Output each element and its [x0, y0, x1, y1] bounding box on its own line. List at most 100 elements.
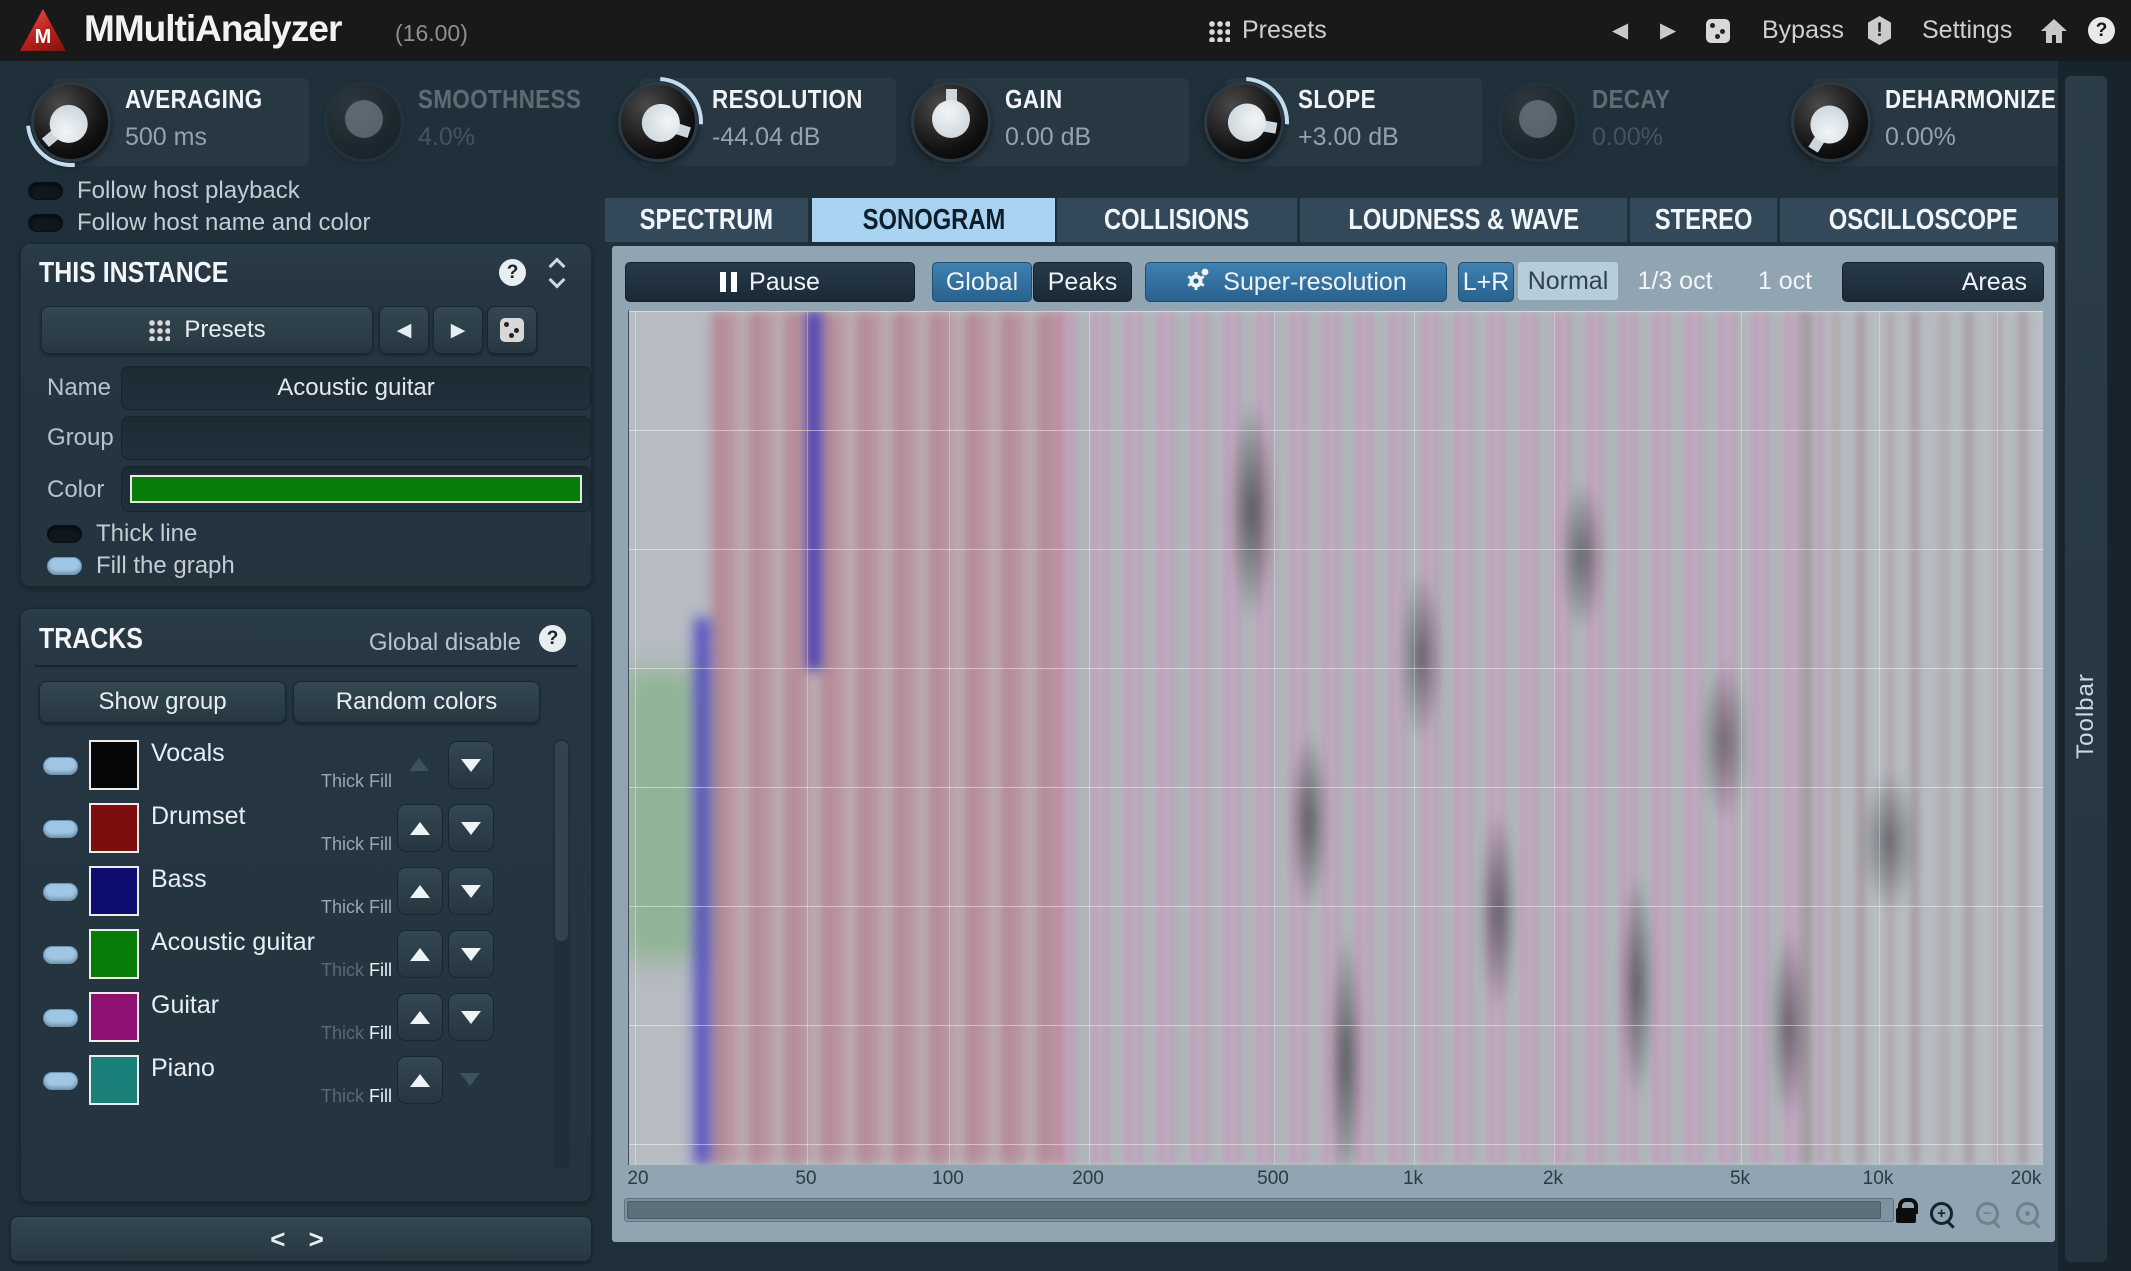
- tab-stereo[interactable]: STEREO: [1630, 198, 1777, 242]
- random-colors-button[interactable]: Random colors: [293, 681, 540, 723]
- track-enable-toggle[interactable]: [43, 1009, 78, 1027]
- tab-oscilloscope[interactable]: OSCILLOSCOPE: [1780, 198, 2067, 242]
- track-color-swatch[interactable]: [89, 1055, 139, 1105]
- previous-preset-button[interactable]: ◀: [1612, 0, 1628, 61]
- peaks-button[interactable]: Peaks: [1033, 262, 1132, 302]
- knob-value: 500 ms: [125, 123, 285, 152]
- thick-option[interactable]: Thick: [321, 1086, 364, 1107]
- show-group-button[interactable]: Show group: [39, 681, 286, 723]
- lock-zoom-icon[interactable]: [1896, 1208, 1916, 1223]
- deharmonize-knob[interactable]: [1791, 82, 1871, 162]
- move-up-button[interactable]: [397, 930, 443, 978]
- move-down-button[interactable]: [448, 867, 494, 915]
- instance-prev-preset-button[interactable]: ◀: [379, 306, 429, 354]
- fill-option[interactable]: Fill: [369, 1086, 392, 1107]
- gain-knob[interactable]: [911, 82, 991, 162]
- frequency-scrollbar[interactable]: [624, 1198, 1894, 1222]
- help-button[interactable]: ?: [2088, 0, 2115, 61]
- decay-knob[interactable]: [1498, 82, 1578, 162]
- instance-presets-button[interactable]: Presets: [41, 306, 373, 354]
- toolbar-side-tab[interactable]: Toolbar: [2064, 75, 2108, 1263]
- super-resolution-button[interactable]: Super-resolution: [1145, 262, 1447, 302]
- track-color-swatch[interactable]: [89, 866, 139, 916]
- lr-channels-button[interactable]: L+R: [1458, 262, 1514, 302]
- global-presets-button[interactable]: Presets: [1208, 0, 1327, 61]
- move-up-button[interactable]: [397, 867, 443, 915]
- tab-collisions[interactable]: COLLISIONS: [1057, 198, 1297, 242]
- tracks-scrollbar[interactable]: [553, 739, 570, 1169]
- settings-button[interactable]: Settings: [1922, 0, 2012, 61]
- group-field[interactable]: [121, 416, 591, 460]
- fill-option[interactable]: Fill: [369, 960, 392, 981]
- fill-graph-toggle[interactable]: [47, 557, 82, 575]
- track-color-swatch[interactable]: [89, 992, 139, 1042]
- global-button[interactable]: Global: [932, 262, 1032, 302]
- move-down-button[interactable]: [448, 804, 494, 852]
- tab-spectrum[interactable]: SPECTRUM: [605, 198, 808, 242]
- fill-option[interactable]: Fill: [369, 771, 392, 792]
- move-up-button[interactable]: [397, 993, 443, 1041]
- track-enable-toggle[interactable]: [43, 820, 78, 838]
- fill-option[interactable]: Fill: [369, 897, 392, 918]
- tracks-scrollbar-thumb[interactable]: [555, 741, 568, 941]
- color-field[interactable]: [121, 466, 591, 512]
- areas-button[interactable]: Areas: [1842, 262, 2044, 302]
- frequency-scrollbar-thumb[interactable]: [627, 1201, 1881, 1219]
- fill-option[interactable]: Fill: [369, 1023, 392, 1044]
- name-field[interactable]: Acoustic guitar: [121, 366, 591, 410]
- averaging-knob[interactable]: [31, 82, 111, 162]
- tab-sonogram[interactable]: SONOGRAM: [812, 198, 1055, 242]
- move-down-button[interactable]: [448, 993, 494, 1041]
- knob-label: DECAY: [1592, 84, 1670, 115]
- track-color-swatch[interactable]: [89, 929, 139, 979]
- move-down-button[interactable]: [448, 930, 494, 978]
- thick-line-toggle[interactable]: [47, 525, 82, 543]
- pause-button[interactable]: Pause: [625, 262, 915, 302]
- thick-option[interactable]: Thick: [321, 1023, 364, 1044]
- home-button[interactable]: [2040, 0, 2068, 61]
- fill-option[interactable]: Fill: [369, 834, 392, 855]
- thick-option[interactable]: Thick: [321, 834, 364, 855]
- scale-mode-normal[interactable]: Normal: [1518, 262, 1618, 300]
- move-up-button[interactable]: [397, 1056, 443, 1104]
- next-preset-button[interactable]: ▶: [1660, 0, 1676, 61]
- instance-help-button[interactable]: ?: [499, 259, 526, 286]
- collapse-sidebar-button[interactable]: < >: [10, 1216, 592, 1262]
- random-preset-button[interactable]: [1706, 0, 1730, 61]
- track-enable-toggle[interactable]: [43, 757, 78, 775]
- track-enable-toggle[interactable]: [43, 946, 78, 964]
- thick-option[interactable]: Thick: [321, 771, 364, 792]
- thick-option[interactable]: Thick: [321, 960, 364, 981]
- move-up-button[interactable]: [397, 804, 443, 852]
- track-enable-toggle[interactable]: [43, 1072, 78, 1090]
- zoom-out-icon[interactable]: −: [1976, 1202, 1999, 1225]
- follow-host-playback-toggle[interactable]: [28, 182, 63, 200]
- collapse-panel-button[interactable]: [549, 258, 565, 288]
- smoothness-knob[interactable]: [324, 82, 404, 162]
- track-color-swatch[interactable]: [89, 740, 139, 790]
- move-down-button[interactable]: [448, 1056, 492, 1102]
- slope-knob[interactable]: [1204, 82, 1284, 162]
- scale-mode-octave[interactable]: 1 oct: [1742, 262, 1828, 300]
- resolution-knob[interactable]: [618, 82, 698, 162]
- zoom-reset-icon[interactable]: [2016, 1202, 2039, 1225]
- move-up-button[interactable]: [397, 741, 441, 787]
- limiter-warning-button[interactable]: !: [1868, 0, 1891, 61]
- bypass-button[interactable]: Bypass: [1762, 0, 1844, 61]
- global-disable-button[interactable]: Global disable: [369, 629, 521, 657]
- track-enable-toggle[interactable]: [43, 883, 78, 901]
- move-down-button[interactable]: [448, 741, 494, 789]
- track-row-drumset: Drumset Thick Fill: [21, 800, 561, 863]
- instance-next-preset-button[interactable]: ▶: [433, 306, 483, 354]
- follow-host-name-color-toggle[interactable]: [28, 214, 63, 232]
- track-color-swatch[interactable]: [89, 803, 139, 853]
- instance-random-preset-button[interactable]: [487, 306, 537, 354]
- tab-loudness-wave[interactable]: LOUDNESS & WAVE: [1300, 198, 1627, 242]
- knob-value: 0.00%: [1592, 123, 1683, 152]
- tracks-help-button[interactable]: ?: [539, 625, 566, 652]
- zoom-in-icon[interactable]: +: [1930, 1202, 1953, 1225]
- thick-option[interactable]: Thick: [321, 897, 364, 918]
- sonogram-plot[interactable]: [628, 310, 2043, 1165]
- scale-mode-third-octave[interactable]: 1/3 oct: [1625, 262, 1725, 300]
- mmultianalyzer-window: M MMultiAnalyzer (16.00) Presets ◀ ▶ Byp…: [0, 0, 2131, 1271]
